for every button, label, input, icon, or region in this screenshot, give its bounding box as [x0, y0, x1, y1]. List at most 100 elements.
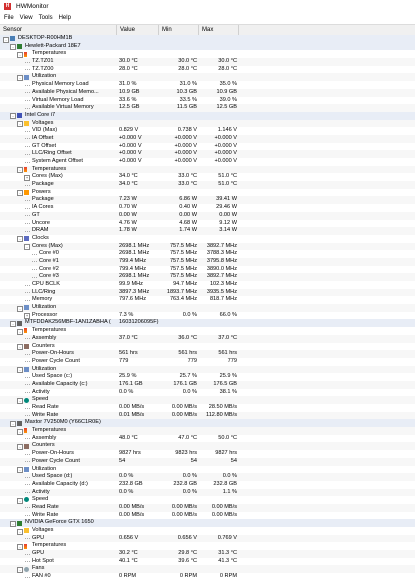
sensor-row[interactable]: VID (Max) 0.829 V 0.738 V 1.146 V: [0, 127, 415, 135]
sensor-row[interactable]: Write Rate 0.00 MB/s 0.00 MB/s 0.00 MB/s: [0, 512, 415, 520]
sensor-row[interactable]: Available Virtual Memory 12.5 GB 11.5 GB 12…: [0, 104, 415, 112]
collapse-toggle-icon[interactable]: -: [10, 44, 16, 51]
category-row[interactable]: - Voltages: [0, 119, 415, 128]
sensor-row[interactable]: Core #2 799.4 MHz 757.5 MHz 3890.0 MHz: [0, 266, 415, 274]
sensor-row[interactable]: Core #1 799.4 MHz 757.5 MHz 3795.8 MHz: [0, 257, 415, 266]
sensor-row[interactable]: Power Cycle Count 779 779 779: [0, 358, 415, 366]
device-row[interactable]: - NVIDIA GeForce GTX 1650: [0, 519, 415, 527]
device-row[interactable]: - DESKTOP-R00HM1B: [0, 35, 415, 43]
sensor-row[interactable]: Package 34.0 °C 33.0 °C 51.0 °C: [0, 181, 415, 189]
collapse-toggle-icon[interactable]: -: [10, 113, 16, 120]
column-sensor[interactable]: Sensor: [0, 25, 117, 35]
sensor-row[interactable]: CPU BCLK 99.9 MHz 94.7 MHz 102.3 MHz: [0, 281, 415, 289]
category-row[interactable]: - Counters: [0, 343, 415, 351]
category-row[interactable]: - Temperatures: [0, 427, 415, 435]
sensor-row[interactable]: Available Capacity (c:) 176.1 GB 176.1 GB 1…: [0, 380, 415, 389]
menu-view[interactable]: View: [20, 15, 33, 21]
sensor-row[interactable]: Read Rate 0.00 MB/s 0.00 MB/s 0.00 MB/s: [0, 503, 415, 512]
collapse-toggle-icon[interactable]: -: [17, 74, 23, 81]
menu-file[interactable]: File: [4, 15, 14, 21]
collapse-toggle-icon[interactable]: -: [17, 397, 23, 404]
sensor-row[interactable]: Used Space (d:) 0.0 % 0.0 % 0.0 %: [0, 473, 415, 481]
device-row[interactable]: - Hewlett-Packard 18E7: [0, 42, 415, 51]
menu-tools[interactable]: Tools: [39, 15, 53, 21]
sensor-row[interactable]: Core #3 2698.1 MHz 757.5 MHz 3892.7 MHz: [0, 273, 415, 281]
sensor-row[interactable]: GPU 0.656 V 0.656 V 0.769 V: [0, 534, 415, 543]
sensor-row[interactable]: Hot Spot 40.1 °C 39.6 °C 41.3 °C: [0, 558, 415, 566]
category-row[interactable]: - Speed: [0, 496, 415, 504]
collapse-toggle-icon[interactable]: -: [17, 190, 23, 197]
collapse-toggle-icon[interactable]: -: [17, 497, 23, 504]
column-min[interactable]: Min: [159, 25, 199, 35]
sensor-row[interactable]: - Cores (Max) 2698.1 MHz 757.5 MHz 3892.7 MH…: [0, 242, 415, 251]
category-row[interactable]: - Utilization: [0, 466, 415, 474]
sensor-row[interactable]: Core #0 2698.1 MHz 757.5 MHz 3788.3 MHz: [0, 250, 415, 258]
sensor-row[interactable]: FAN #0 0 RPM 0 RPM 0 RPM: [0, 573, 415, 581]
collapse-toggle-icon[interactable]: -: [17, 328, 23, 335]
sensor-row[interactable]: GT 0.00 W 0.00 W 0.00 W: [0, 211, 415, 220]
collapse-toggle-icon[interactable]: -: [3, 36, 9, 43]
sensor-row[interactable]: Available Capacity (d:) 232.8 GB 232.8 GB 2…: [0, 481, 415, 489]
collapse-toggle-icon[interactable]: -: [17, 443, 23, 450]
device-row[interactable]: - Maxtor 7V250M0 (Y66C1R0E): [0, 419, 415, 428]
sensor-row[interactable]: Uncore 4.76 W 4.68 W 9.12 W: [0, 220, 415, 228]
category-row[interactable]: - Fans: [0, 565, 415, 574]
sensor-row[interactable]: Memory 797.6 MHz 763.4 MHz 818.7 MHz: [0, 296, 415, 304]
sensor-row[interactable]: TZ.TZ00 28.0 °C 28.0 °C 28.0 °C: [0, 66, 415, 74]
sensor-row[interactable]: Write Rate 0.01 MB/s 0.00 MB/s 112.80 MB/s: [0, 411, 415, 420]
column-max[interactable]: Max: [199, 25, 239, 35]
sensor-row[interactable]: System Agent Offset +0.000 V +0.000 V +0.00…: [0, 158, 415, 166]
collapse-toggle-icon[interactable]: -: [17, 121, 23, 128]
sensor-row[interactable]: Package 7.23 W 6.86 W 39.41 W: [0, 196, 415, 205]
sensor-row[interactable]: Activity 0.0 % 0.0 % 38.1 %: [0, 389, 415, 397]
sensor-row[interactable]: Physical Memory Load 31.0 % 31.0 % 35.0 %: [0, 81, 415, 89]
category-row[interactable]: - Counters: [0, 442, 415, 451]
collapse-toggle-icon[interactable]: -: [17, 51, 23, 58]
category-row[interactable]: - Temperatures: [0, 50, 415, 58]
collapse-toggle-icon[interactable]: -: [17, 367, 23, 374]
collapse-toggle-icon[interactable]: -: [24, 244, 30, 251]
collapse-toggle-icon[interactable]: -: [17, 543, 23, 550]
sensor-row[interactable]: + Cores (Max) 34.0 °C 33.0 °C 51.0 °C: [0, 173, 415, 181]
sensor-row[interactable]: TZ.TZ01 30.0 °C 30.0 °C 30.0 °C: [0, 58, 415, 66]
menu-help[interactable]: Help: [59, 15, 71, 21]
sensor-row[interactable]: Available Physical Memo... 10.9 GB 10.3 GB…: [0, 88, 415, 97]
sensor-tree[interactable]: - DESKTOP-R00HM1B - Hewlett-Packard 18E7- Te…: [0, 35, 415, 581]
collapse-toggle-icon[interactable]: -: [17, 167, 23, 174]
sensor-row[interactable]: + Processor 7.3 % 0.0 % 66.0 %: [0, 312, 415, 320]
category-row[interactable]: - Speed: [0, 396, 415, 404]
sensor-row[interactable]: GPU 30.2 °C 29.8 °C 31.3 °C: [0, 550, 415, 558]
collapse-toggle-icon[interactable]: -: [17, 566, 23, 573]
sensor-row[interactable]: IA Offset +0.000 V +0.000 V +0.000 V: [0, 134, 415, 143]
expand-toggle-icon[interactable]: +: [24, 313, 30, 320]
sensor-row[interactable]: Read Rate 0.00 MB/s 0.00 MB/s 28.50 MB/s: [0, 404, 415, 412]
category-row[interactable]: - Voltages: [0, 527, 415, 535]
column-value[interactable]: Value: [117, 25, 159, 35]
collapse-toggle-icon[interactable]: -: [17, 236, 23, 243]
category-row[interactable]: - Temperatures: [0, 327, 415, 335]
collapse-toggle-icon[interactable]: -: [17, 467, 23, 473]
sensor-row[interactable]: IA Cores 0.70 W 0.40 W 29.46 W: [0, 204, 415, 212]
collapse-toggle-icon[interactable]: -: [17, 305, 23, 312]
collapse-toggle-icon[interactable]: -: [17, 428, 23, 435]
sensor-row[interactable]: Used Space (c:) 25.9 % 25.7 % 25.9 %: [0, 373, 415, 381]
sensor-row[interactable]: Power-On-Hours 561 hrs 561 hrs 561 hrs: [0, 350, 415, 358]
sensor-row[interactable]: Activity 0.0 % 0.0 % 1.1 %: [0, 488, 415, 497]
category-row[interactable]: - Clocks: [0, 235, 415, 243]
sensor-row[interactable]: GT Offset +0.000 V +0.000 V +0.000 V: [0, 143, 415, 151]
category-row[interactable]: - Utilization: [0, 304, 415, 312]
category-row[interactable]: - Utilization: [0, 365, 415, 374]
sensor-row[interactable]: Power Cycle Count 54 54 54: [0, 457, 415, 466]
sensor-row[interactable]: Virtual Memory Load 33.6 % 33.5 % 39.0 %: [0, 97, 415, 105]
collapse-toggle-icon[interactable]: -: [10, 320, 16, 327]
collapse-toggle-icon[interactable]: -: [17, 528, 23, 535]
category-row[interactable]: - Temperatures: [0, 542, 415, 550]
category-row[interactable]: - Powers: [0, 189, 415, 197]
collapse-toggle-icon[interactable]: -: [10, 420, 16, 427]
sensor-row[interactable]: Power-On-Hours 9827 hrs 9823 hrs 9827 hrs: [0, 450, 415, 458]
expand-toggle-icon[interactable]: +: [24, 174, 30, 181]
sensor-row[interactable]: Assembly 37.0 °C 36.0 °C 37.0 °C: [0, 334, 415, 343]
device-row[interactable]: - Intel Core i7: [0, 111, 415, 120]
sensor-row[interactable]: Assembly 48.0 °C 47.0 °C 50.0 °C: [0, 435, 415, 443]
sensor-row[interactable]: LLC/Ring 3897.3 MHz 1893.7 MHz 3935.5 MHz: [0, 288, 415, 297]
